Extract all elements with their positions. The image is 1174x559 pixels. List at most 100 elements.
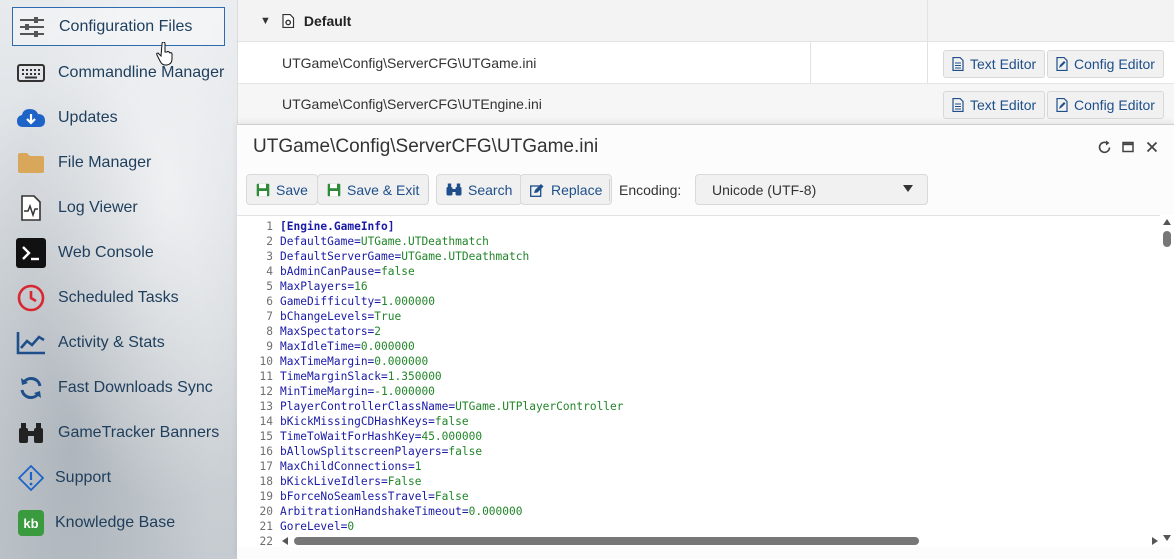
code-line: 12 MinTimeMargin=-1.000000 <box>237 384 1157 399</box>
line-number: 8 <box>266 325 273 338</box>
cursor-icon <box>156 42 173 66</box>
line-number: 7 <box>266 310 273 323</box>
group-header-default[interactable]: ▼ Default <box>238 0 1174 42</box>
scroll-right-icon[interactable] <box>1152 537 1158 545</box>
horizontal-scrollbar[interactable] <box>280 535 1160 547</box>
encoding-select[interactable]: Unicode (UTF-8) <box>695 174 928 205</box>
sidebar-item-label: Fast Downloads Sync <box>58 378 213 396</box>
config-editor-button[interactable]: Config Editor <box>1047 50 1164 78</box>
save-exit-button[interactable]: Save & Exit <box>317 174 430 205</box>
code-value: false <box>381 265 415 278</box>
code-line: 3 DefaultServerGame=UTGame.UTDeathmatch <box>237 249 1157 264</box>
scroll-left-icon[interactable] <box>282 537 288 545</box>
code-value: false <box>448 445 483 458</box>
sidebar-item-label: Support <box>55 468 112 486</box>
code-line: 20 ArbitrationHandshakeTimeout=0.000000 <box>237 504 1157 519</box>
code-key: [Engine.GameInfo] <box>280 220 395 233</box>
sidebar-item-knowledge-base[interactable]: kb Knowledge Base <box>12 503 225 542</box>
text-editor-button[interactable]: Text Editor <box>943 50 1046 78</box>
code-line: 2 DefaultGame=UTGame.UTDeathmatch <box>237 234 1157 249</box>
vertical-scrollbar[interactable] <box>1160 215 1174 547</box>
reload-icon[interactable] <box>1096 139 1112 155</box>
text-editor-label: Text Editor <box>970 56 1037 72</box>
code-text: MaxChildConnections=1 <box>280 459 421 474</box>
code-value: 45.000000 <box>421 430 483 443</box>
sidebar-item-label: Web Console <box>58 243 154 261</box>
file-edit-icon <box>1056 98 1068 112</box>
text-editor-button[interactable]: Text Editor <box>943 91 1046 119</box>
code-key: MaxTimeMargin= <box>280 355 375 368</box>
code-text: ArbitrationHandshakeTimeout=0.000000 <box>280 504 522 519</box>
save-exit-label: Save & Exit <box>347 181 420 198</box>
line-number: 4 <box>266 265 273 278</box>
code-key: ArbitrationHandshakeTimeout= <box>280 505 469 518</box>
sidebar-item-fast-downloads-sync[interactable]: Fast Downloads Sync <box>12 368 225 407</box>
scroll-thumb[interactable] <box>1163 231 1171 247</box>
search-label: Search <box>468 181 513 198</box>
code-line: 9 MaxIdleTime=0.000000 <box>237 339 1157 354</box>
code-text: TimeMarginSlack=1.350000 <box>280 369 442 384</box>
caret-down-icon[interactable]: ▼ <box>260 15 271 27</box>
kb-icon: kb <box>16 508 46 538</box>
save-label: Save <box>276 181 308 198</box>
code-value: False <box>387 475 422 488</box>
sidebar-item-label: Log Viewer <box>58 198 138 216</box>
code-text: bAdminCanPause=false <box>280 264 415 279</box>
search-button[interactable]: Search <box>436 174 523 205</box>
file-text-icon <box>952 98 964 112</box>
sidebar-item-updates[interactable]: Updates <box>12 98 225 137</box>
code-line: 18 bKickLiveIdlers=False <box>237 474 1157 489</box>
scroll-thumb[interactable] <box>294 537 919 545</box>
line-number: 10 <box>259 355 273 368</box>
sidebar-item-web-console[interactable]: Web Console <box>12 233 225 272</box>
table-row: UTGame\Config\ServerCFG\UTGame.ini Text … <box>238 43 1174 84</box>
code-text: DefaultGame=UTGame.UTDeathmatch <box>280 234 489 249</box>
line-number: 12 <box>259 385 273 398</box>
sidebar-item-label: Updates <box>58 108 118 126</box>
code-key: bAllowSplitscreenPlayers= <box>280 445 449 458</box>
close-icon[interactable] <box>1144 139 1160 155</box>
sidebar-item-support[interactable]: Support <box>12 458 225 497</box>
code-key: TimeMarginSlack= <box>280 370 388 383</box>
code-value: 0.000000 <box>360 340 415 353</box>
cloud-download-icon <box>16 103 46 133</box>
maximize-icon[interactable] <box>1120 139 1136 155</box>
sidebar-item-gametracker-banners[interactable]: GameTracker Banners <box>12 413 225 452</box>
encoding-value: Unicode (UTF-8) <box>712 181 817 198</box>
sidebar-item-label: Commandline Manager <box>58 63 225 81</box>
line-number: 17 <box>259 460 273 473</box>
sidebar-item-label: Knowledge Base <box>55 513 176 531</box>
save-button[interactable]: Save <box>246 174 318 205</box>
sidebar-item-configuration-files[interactable]: Configuration Files <box>12 7 225 46</box>
code-key: MaxSpectators= <box>280 325 375 338</box>
code-key: DefaultGame= <box>280 235 361 248</box>
scroll-up-icon[interactable] <box>1163 219 1171 225</box>
file-path: UTGame\Config\ServerCFG\UTEngine.ini <box>282 96 542 112</box>
code-line: 13 PlayerControllerClassName=UTGame.UTPla… <box>237 399 1157 414</box>
sidebar-item-commandline-manager[interactable]: Commandline Manager <box>12 53 225 92</box>
file-text-icon <box>952 57 964 71</box>
sidebar-item-file-manager[interactable]: File Manager <box>12 143 225 182</box>
code-text: MaxSpectators=2 <box>280 324 381 339</box>
code-text: PlayerControllerClassName=UTGame.UTPlaye… <box>280 399 624 414</box>
save-icon <box>256 183 270 196</box>
code-value: UTGame.UTPlayerController <box>455 400 624 413</box>
code-value: 1.350000 <box>387 370 442 383</box>
line-number: 9 <box>266 340 273 353</box>
code-editor[interactable]: 1 [Engine.GameInfo] 2 DefaultGame=UTGame.UT… <box>237 215 1174 547</box>
code-text: bAllowSplitscreenPlayers=false <box>280 444 482 459</box>
replace-button[interactable]: Replace <box>520 174 613 205</box>
code-text: bKickLiveIdlers=False <box>280 474 421 489</box>
config-files-table: ▼ Default UTGame\Config\ServerCFG\UTGame… <box>237 0 1174 125</box>
dialog-title: UTGame\Config\ServerCFG\UTGame.ini <box>253 136 599 157</box>
sidebar-item-log-viewer[interactable]: Log Viewer <box>12 188 225 227</box>
sidebar-item-activity-stats[interactable]: Activity & Stats <box>12 323 225 362</box>
scroll-down-icon[interactable] <box>1163 535 1171 541</box>
code-line: 16 bAllowSplitscreenPlayers=false <box>237 444 1157 459</box>
line-number: 18 <box>259 475 273 488</box>
code-key: MaxIdleTime= <box>280 340 361 353</box>
group-title: Default <box>303 12 352 29</box>
sidebar-item-label: File Manager <box>58 153 152 171</box>
config-editor-button[interactable]: Config Editor <box>1047 91 1164 119</box>
sidebar-item-scheduled-tasks[interactable]: Scheduled Tasks <box>12 278 225 317</box>
